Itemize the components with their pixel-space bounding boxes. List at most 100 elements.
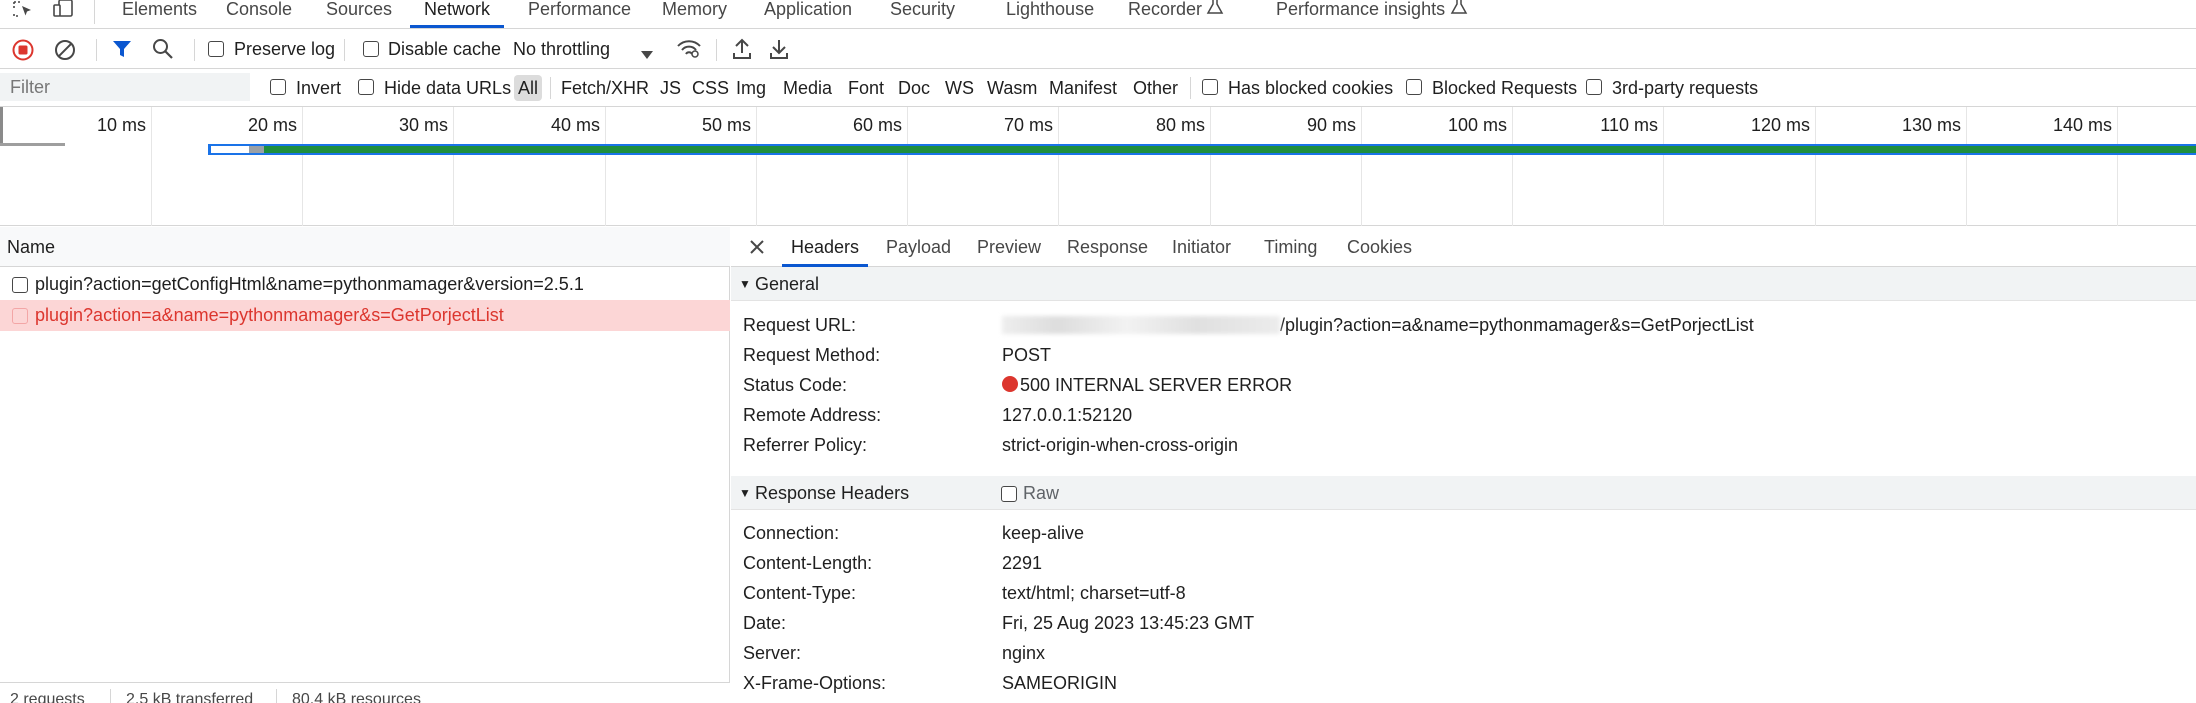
request-list-header: Name [0,227,730,267]
grid-line [1058,107,1059,226]
hide-data-urls-label: Hide data URLs [384,78,512,98]
request-row[interactable]: plugin?action=getConfigHtml&name=pythonm… [0,269,730,300]
has-blocked-cookies-checkbox[interactable] [1202,79,1218,95]
overview-left-edge [0,107,3,143]
request-detail-pane: Headers Payload Preview Response Initiat… [731,227,2196,703]
blocked-requests-checkbox[interactable] [1406,79,1422,95]
request-name[interactable]: plugin?action=a&name=pythonmamager&s=Get… [35,300,504,331]
tab-elements[interactable]: Elements [122,0,197,28]
filter-input[interactable] [0,73,250,101]
third-party-requests-checkbox[interactable] [1586,79,1602,95]
search-icon[interactable] [152,38,174,65]
tab-application[interactable]: Application [764,0,852,28]
tick-label: 90 ms [1306,115,1356,135]
general-section-title: General [755,274,820,294]
import-har-icon[interactable] [732,38,752,65]
status-code-text: 500 INTERNAL SERVER ERROR [1020,375,1293,395]
request-count: 2 requests [10,691,85,703]
tab-performance[interactable]: Performance [528,0,631,28]
status-divider [276,689,277,703]
response-headers-title: Response Headers [755,483,910,503]
tab-sources[interactable]: Sources [326,0,392,28]
export-har-icon[interactable] [769,38,789,65]
tab-lighthouse[interactable]: Lighthouse [1006,0,1094,28]
tab-response[interactable]: Response [1067,227,1148,267]
overview-handle[interactable] [0,143,65,146]
invert-label: Invert [296,78,342,98]
tab-network[interactable]: Network [409,0,505,28]
type-filter-manifest[interactable]: Manifest [1049,69,1117,107]
flask-icon [1450,0,1478,20]
grid-line [1663,107,1664,226]
request-row-checkbox[interactable] [12,308,28,324]
tab-console[interactable]: Console [226,0,292,28]
tab-headers[interactable]: Headers [781,227,869,267]
chevron-down-icon[interactable] [640,44,654,65]
overview-timeline[interactable]: 10 ms 20 ms 30 ms 40 ms 50 ms 60 ms 70 m… [0,107,2196,226]
clear-icon[interactable] [54,39,76,66]
type-filter-doc[interactable]: Doc [898,69,930,107]
blocked-requests-label: Blocked Requests [1432,78,1578,98]
header-key: Content-Type: [743,583,857,603]
filter-icon[interactable] [112,39,132,64]
type-filter-font[interactable]: Font [848,69,884,107]
raw-checkbox[interactable] [1001,486,1017,502]
device-toolbar-icon[interactable] [52,0,80,22]
response-headers-section-header[interactable]: ▼ Response Headers Raw [731,476,2196,510]
type-filter-wasm[interactable]: Wasm [987,69,1037,107]
tick-label: 120 ms [1750,115,1810,135]
detail-tab-bar: Headers Payload Preview Response Initiat… [731,227,2196,267]
tab-preview[interactable]: Preview [977,227,1041,267]
header-key: X-Frame-Options: [743,673,887,693]
type-filter-img[interactable]: Img [736,69,766,107]
invert-checkbox[interactable] [270,79,286,95]
tab-cookies[interactable]: Cookies [1347,227,1412,267]
stop-recording-icon[interactable] [12,39,34,66]
type-filter-fetch-xhr[interactable]: Fetch/XHR [561,69,649,107]
header-key: Date: [743,613,787,633]
devtools-tab-bar: Elements Console Sources Network Perform… [0,0,2196,29]
tab-payload[interactable]: Payload [886,227,951,267]
disable-cache-checkbox[interactable] [363,41,379,57]
inspect-element-icon[interactable] [12,0,40,22]
type-filter-all[interactable]: All [514,75,543,101]
name-column-header[interactable]: Name [7,227,55,267]
throttling-select[interactable]: No throttling [513,29,610,69]
network-conditions-icon[interactable] [676,38,702,65]
close-icon[interactable] [749,239,765,260]
tick-label: 110 ms [1600,115,1658,135]
tab-performance-insights[interactable]: Performance insights [1276,0,1445,28]
tab-divider [94,0,95,24]
grid-line [302,107,303,226]
type-filter-other[interactable]: Other [1133,69,1178,107]
tick-label: 80 ms [1155,115,1205,135]
tick-label: 50 ms [701,115,751,135]
status-code-value: 500 INTERNAL SERVER ERROR [1002,375,1292,396]
hide-data-urls-checkbox[interactable] [358,79,374,95]
tick-label: 20 ms [247,115,297,135]
request-row-checkbox[interactable] [12,277,28,293]
tick-label: 40 ms [550,115,600,135]
toolbar-divider [96,39,97,61]
header-value: Fri, 25 Aug 2023 13:45:23 GMT [1002,613,1255,633]
request-row-selected-error[interactable]: plugin?action=a&name=pythonmamager&s=Get… [0,300,730,331]
grid-line [756,107,757,226]
general-section-header[interactable]: ▼ General [731,267,2196,301]
type-filter-media[interactable]: Media [783,69,832,107]
type-filter-css[interactable]: CSS [692,69,729,107]
network-toolbar: Preserve log Disable cache No throttling [0,29,2196,69]
type-filter-ws[interactable]: WS [945,69,974,107]
grid-line [453,107,454,226]
tab-recorder[interactable]: Recorder [1128,0,1202,28]
tab-security[interactable]: Security [890,0,955,28]
header-value: 127.0.0.1:52120 [1002,405,1133,425]
preserve-log-checkbox[interactable] [208,41,224,57]
tab-timing[interactable]: Timing [1264,227,1317,267]
tab-initiator[interactable]: Initiator [1172,227,1231,267]
request-name[interactable]: plugin?action=getConfigHtml&name=pythonm… [35,269,584,300]
flask-icon [1206,0,1234,20]
type-filter-js[interactable]: JS [660,69,681,107]
tab-memory[interactable]: Memory [662,0,727,28]
filter-divider [1190,77,1191,99]
filter-bar: Invert Hide data URLs All Fetch/XHR JS C… [0,69,2196,107]
